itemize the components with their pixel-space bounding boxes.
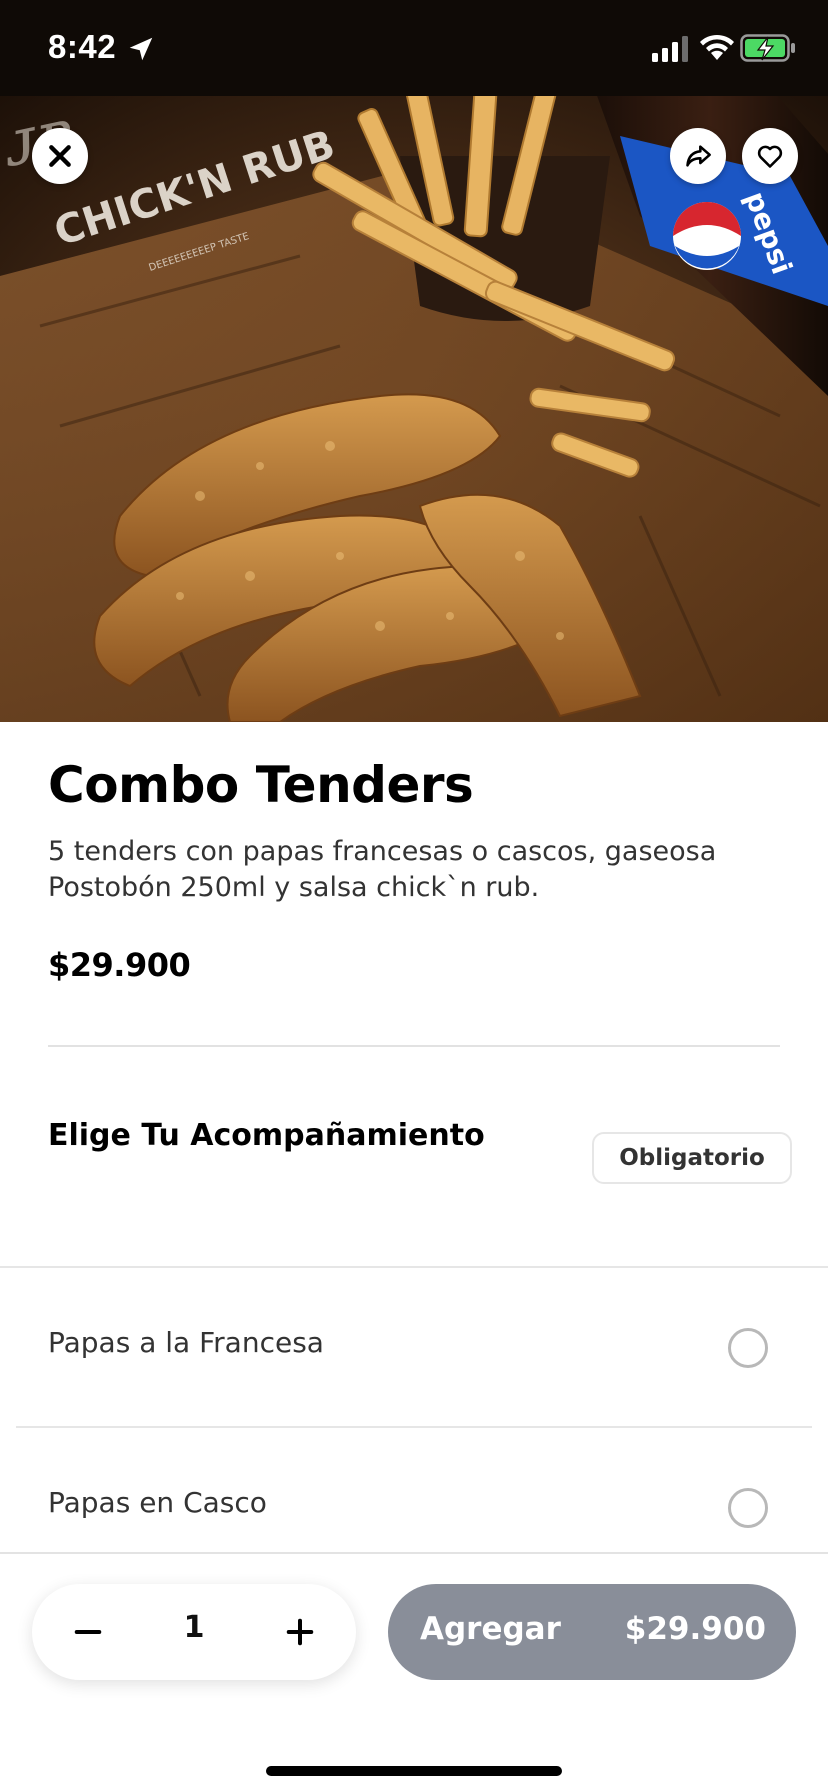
- close-icon: [49, 145, 71, 167]
- minus-icon: [74, 1630, 102, 1634]
- signal-icon: [652, 36, 688, 62]
- add-button-price: $29.900: [624, 1611, 766, 1647]
- increase-quantity-button[interactable]: [270, 1602, 330, 1662]
- status-bar: 8:42: [0, 0, 828, 96]
- decrease-quantity-button[interactable]: [58, 1602, 118, 1662]
- product-description: 5 tenders con papas francesas o cascos, …: [48, 836, 717, 903]
- heart-icon: [757, 145, 783, 168]
- product-title: Combo Tenders: [48, 756, 474, 814]
- divider: [48, 1045, 780, 1047]
- favorite-button[interactable]: [742, 128, 798, 184]
- plus-icon: [286, 1618, 314, 1646]
- options-section-title: Elige Tu Acompañamiento: [48, 1118, 485, 1153]
- share-icon: [686, 145, 711, 167]
- location-arrow-icon: [129, 37, 153, 61]
- close-button[interactable]: [32, 128, 88, 184]
- option-papas-francesa[interactable]: Papas a la Francesa: [0, 1268, 828, 1426]
- share-button[interactable]: [670, 128, 726, 184]
- product-image: CHICK'N RUB DEEEEEEEEEP TASTE ᴊᴘ pepsi: [0, 96, 828, 722]
- radio-button[interactable]: [728, 1488, 768, 1528]
- bottom-action-bar: 1 Agregar $29.900: [0, 1552, 828, 1792]
- product-price: $29.900: [48, 946, 191, 984]
- quantity-value: 1: [183, 1610, 205, 1645]
- home-indicator[interactable]: [266, 1766, 562, 1776]
- option-label: Papas en Casco: [48, 1486, 267, 1519]
- wifi-icon: [700, 34, 734, 60]
- product-photo: CHICK'N RUB DEEEEEEEEEP TASTE ᴊᴘ pepsi: [0, 96, 828, 722]
- add-button-label: Agregar: [420, 1611, 561, 1647]
- status-time: 8:42: [48, 28, 117, 65]
- radio-button[interactable]: [728, 1328, 768, 1368]
- battery-charging-icon: [740, 34, 795, 62]
- quantity-stepper: 1: [32, 1584, 356, 1680]
- required-badge: Obligatorio: [592, 1132, 792, 1184]
- option-label: Papas a la Francesa: [48, 1326, 324, 1359]
- add-to-cart-button[interactable]: Agregar $29.900: [388, 1584, 796, 1680]
